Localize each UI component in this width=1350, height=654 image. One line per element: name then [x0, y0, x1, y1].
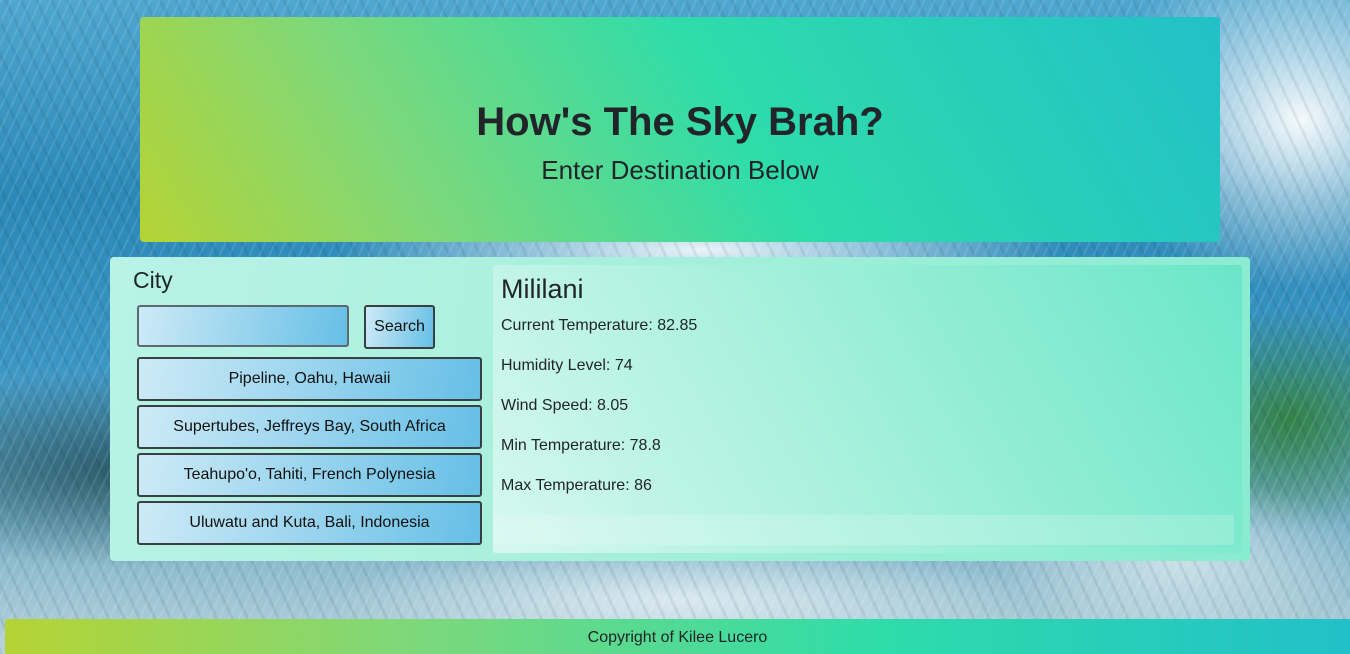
current-weather-card: Mililani Current Temperature: 82.85 Humi… — [493, 265, 1242, 553]
city-button-teahupoo[interactable]: Teahupo'o, Tahiti, French Polynesia — [137, 453, 482, 497]
min-temperature: Min Temperature: 78.8 — [501, 437, 661, 454]
page-subtitle: Enter Destination Below — [541, 155, 819, 185]
weather-stats-list: Current Temperature: 82.85 Humidity Leve… — [501, 317, 697, 517]
city-button-supertubes[interactable]: Supertubes, Jeffreys Bay, South Africa — [137, 405, 482, 449]
wind-speed: Wind Speed: 8.05 — [501, 397, 629, 414]
forecast-strip — [493, 515, 1234, 545]
search-button[interactable]: Search — [364, 305, 435, 349]
main-panel: City Search Pipeline, Oahu, Hawaii Super… — [110, 257, 1250, 561]
current-temperature: Current Temperature: 82.85 — [501, 317, 698, 334]
page-background: { "hero": { "title": "How's The Sky Brah… — [0, 0, 1350, 654]
page-footer: Copyright of Kilee Lucero — [5, 619, 1350, 654]
city-label: City — [133, 267, 173, 293]
max-temperature: Max Temperature: 86 — [501, 477, 652, 494]
saved-cities-list: Pipeline, Oahu, Hawaii Supertubes, Jeffr… — [137, 357, 482, 549]
city-search-input[interactable] — [137, 305, 349, 347]
city-button-pipeline[interactable]: Pipeline, Oahu, Hawaii — [137, 357, 482, 401]
humidity-level: Humidity Level: 74 — [501, 357, 633, 374]
city-button-uluwatu[interactable]: Uluwatu and Kuta, Bali, Indonesia — [137, 501, 482, 545]
weather-city-name: Mililani — [501, 274, 584, 304]
page-title: How's The Sky Brah? — [476, 100, 884, 144]
hero-jumbotron: How's The Sky Brah? Enter Destination Be… — [140, 17, 1220, 242]
